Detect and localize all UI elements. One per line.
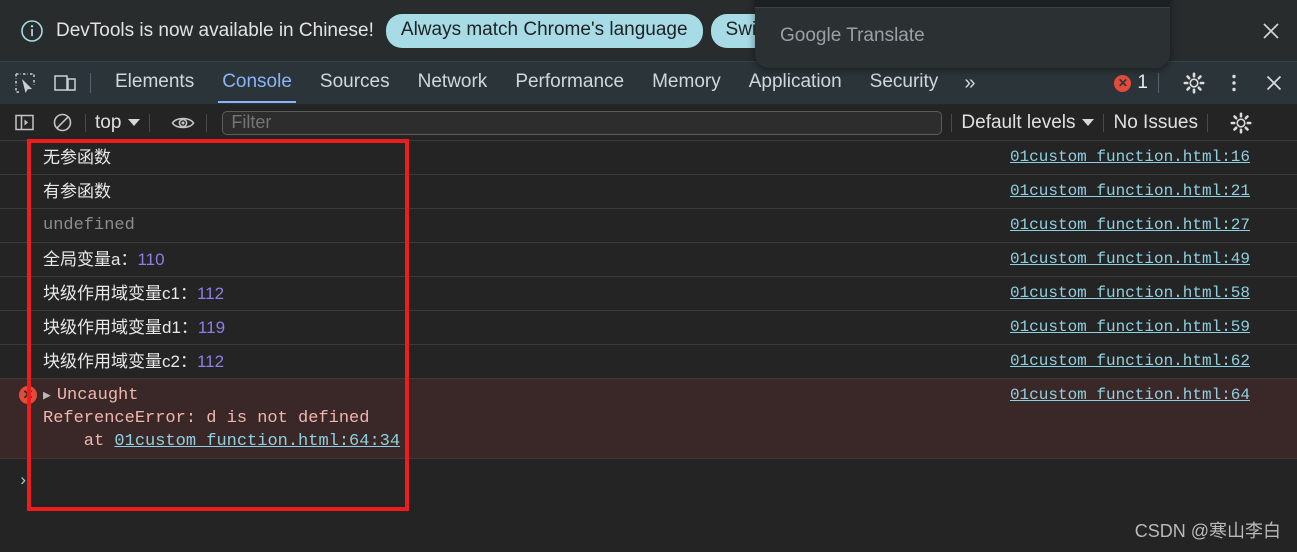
message-label: 块级作用域变量c2： bbox=[43, 352, 197, 371]
close-devtools-icon[interactable] bbox=[1259, 69, 1289, 97]
console-message-row[interactable]: 全局变量a：110 01custom function.html:49 bbox=[0, 243, 1297, 277]
message-label: 块级作用域变量c1： bbox=[43, 284, 197, 303]
source-link[interactable]: 01custom function.html:16 bbox=[1010, 146, 1250, 169]
message-text: 块级作用域变量c1：112 bbox=[43, 282, 1010, 305]
console-message-row[interactable]: 无参函数 01custom function.html:16 bbox=[0, 141, 1297, 175]
console-error-row[interactable]: ✕ ▶ Uncaught ReferenceError: d is not def… bbox=[0, 379, 1297, 459]
live-expression-icon[interactable] bbox=[169, 110, 197, 136]
console-sidebar-icon[interactable] bbox=[10, 110, 38, 136]
devtools-tabbar: Elements Console Sources Network Perform… bbox=[0, 62, 1297, 105]
tab-network[interactable]: Network bbox=[404, 63, 502, 103]
source-link[interactable]: 01custom function.html:64 bbox=[1010, 384, 1250, 407]
console-toolbar-divider-4 bbox=[951, 113, 953, 132]
console-message-row[interactable]: 块级作用域变量d1：119 01custom function.html:59 bbox=[0, 311, 1297, 345]
console-toolbar-divider-5 bbox=[1103, 113, 1105, 132]
google-translate-popup[interactable]: Google Translate bbox=[755, 0, 1170, 68]
error-text: ▶ Uncaught ReferenceError: d is not defin… bbox=[43, 384, 1010, 453]
console-settings-gear-icon[interactable] bbox=[1227, 110, 1255, 136]
message-text: 有参函数 bbox=[43, 182, 111, 201]
console-toolbar-divider-1 bbox=[85, 113, 86, 132]
inspect-element-icon[interactable] bbox=[10, 69, 40, 97]
console-prompt-row[interactable]: › bbox=[0, 464, 1297, 498]
tabbar-right-group: ✕ 1 bbox=[1104, 69, 1297, 97]
source-link[interactable]: 01custom function.html:49 bbox=[1010, 248, 1250, 271]
console-message-row[interactable]: 块级作用域变量c1：112 01custom function.html:58 bbox=[0, 277, 1297, 311]
banner-message: DevTools is now available in Chinese! bbox=[56, 19, 374, 41]
filter-input[interactable] bbox=[222, 110, 943, 135]
chevron-down-icon-levels bbox=[1082, 119, 1095, 126]
log-levels-label: Default levels bbox=[961, 111, 1076, 133]
banner-close-icon[interactable] bbox=[1257, 17, 1285, 45]
google-translate-popup-header bbox=[755, 0, 1170, 8]
tabbar-divider bbox=[90, 73, 91, 93]
tab-elements[interactable]: Elements bbox=[101, 63, 208, 103]
info-circle-icon bbox=[20, 19, 44, 43]
expand-arrow-icon[interactable]: ▶ bbox=[43, 388, 51, 403]
watermark: CSDN @寒山李白 bbox=[1134, 521, 1281, 541]
issues-status[interactable]: No Issues bbox=[1113, 112, 1197, 134]
log-levels-selector[interactable]: Default levels bbox=[961, 111, 1095, 134]
console-message-row[interactable]: 块级作用域变量c2：112 01custom function.html:62 bbox=[0, 345, 1297, 379]
error-at-prefix: at bbox=[43, 432, 115, 451]
message-value: 112 bbox=[196, 284, 225, 303]
console-message-list[interactable]: 无参函数 01custom function.html:16 有参函数 01cu… bbox=[0, 141, 1297, 511]
device-toolbar-icon[interactable] bbox=[50, 69, 80, 97]
execution-context-label: top bbox=[95, 111, 122, 133]
google-translate-label: Google Translate bbox=[780, 25, 925, 46]
console-toolbar-divider-6 bbox=[1206, 113, 1208, 132]
tab-security[interactable]: Security bbox=[856, 63, 953, 103]
gear-icon[interactable] bbox=[1179, 69, 1209, 97]
message-value: 112 bbox=[196, 352, 225, 371]
message-text: 块级作用域变量c2：112 bbox=[43, 350, 1010, 373]
message-value: 119 bbox=[197, 318, 226, 337]
console-toolbar-divider-3 bbox=[206, 113, 208, 132]
always-match-language-button[interactable]: Always match Chrome's language bbox=[385, 13, 703, 48]
devtools-window: DevTools is now available in Chinese! Al… bbox=[0, 0, 1297, 552]
kebab-menu-icon[interactable] bbox=[1219, 69, 1249, 97]
error-body: ReferenceError: d is not defined bbox=[43, 409, 370, 428]
execution-context-selector[interactable]: top bbox=[95, 111, 141, 134]
tab-sources[interactable]: Sources bbox=[306, 63, 404, 103]
error-count-label: 1 bbox=[1137, 72, 1148, 93]
source-link[interactable]: 01custom function.html:27 bbox=[1010, 214, 1250, 237]
chevron-down-icon bbox=[128, 119, 141, 126]
tab-application[interactable]: Application bbox=[735, 63, 856, 103]
message-value: 110 bbox=[137, 250, 165, 269]
error-headline: Uncaught bbox=[56, 386, 139, 405]
source-link[interactable]: 01custom function.html:21 bbox=[1010, 180, 1250, 203]
message-text: 块级作用域变量d1：119 bbox=[43, 316, 1010, 339]
error-stack-link[interactable]: 01custom function.html:64:34 bbox=[114, 432, 400, 451]
tab-performance[interactable]: Performance bbox=[501, 63, 638, 103]
console-message-row[interactable]: undefined 01custom function.html:27 bbox=[0, 209, 1297, 243]
tabbar-divider-right bbox=[1158, 73, 1159, 93]
tab-memory[interactable]: Memory bbox=[638, 63, 735, 103]
message-text: 无参函数 bbox=[43, 148, 111, 167]
source-link[interactable]: 01custom function.html:59 bbox=[1010, 316, 1250, 339]
message-label: 块级作用域变量d1： bbox=[43, 318, 198, 337]
console-toolbar-divider-2 bbox=[149, 113, 151, 132]
clear-console-icon[interactable] bbox=[48, 110, 76, 136]
source-link[interactable]: 01custom function.html:58 bbox=[1010, 282, 1250, 305]
error-circle-icon: ✕ bbox=[19, 386, 37, 404]
error-circle-icon: ✕ bbox=[1114, 74, 1132, 92]
prompt-caret-icon: › bbox=[18, 471, 29, 491]
message-text: 全局变量a：110 bbox=[43, 248, 1010, 271]
source-link[interactable]: 01custom function.html:62 bbox=[1010, 350, 1250, 373]
console-toolbar: top Default levels No Issues bbox=[0, 105, 1297, 141]
message-label: 全局变量a： bbox=[43, 250, 138, 269]
message-text: undefined bbox=[43, 216, 135, 235]
error-count-badge[interactable]: ✕ 1 bbox=[1114, 72, 1148, 94]
more-tabs-icon[interactable]: » bbox=[952, 66, 987, 101]
error-gutter: ✕ bbox=[0, 384, 43, 404]
console-message-row[interactable]: 有参函数 01custom function.html:21 bbox=[0, 175, 1297, 209]
tab-console[interactable]: Console bbox=[208, 63, 306, 103]
